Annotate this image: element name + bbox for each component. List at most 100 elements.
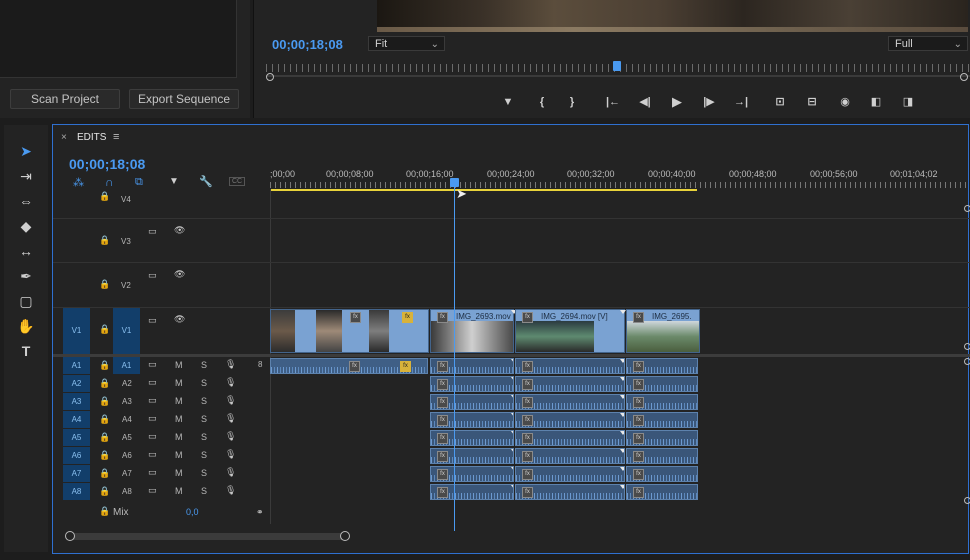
zoom-handle-right[interactable] [960,73,968,81]
audio-clip[interactable]: fx [430,448,514,464]
wrench-icon[interactable]: 🔧 [199,175,213,188]
audio-clip[interactable]: fx fx [270,358,428,374]
mute-button[interactable]: M [175,378,183,388]
audio-clip[interactable]: fx [626,430,698,446]
solo-button[interactable]: S [201,450,207,460]
time-ruler[interactable]: ;00;00 00;00;08;00 00;00;16;00 00;00;24;… [270,165,970,191]
lift-icon[interactable]: ⊡ [771,94,789,110]
audio-clip[interactable]: fx [515,430,625,446]
source-patch-a1[interactable]: A1 [63,357,90,374]
track-target-v1[interactable]: V1 [113,308,140,354]
audio-track-a7[interactable]: A7 🔒 A7 ▭ M S 🎙 [53,465,270,483]
audio-track-a5[interactable]: A5 🔒 A5 ▭ M S 🎙 [53,429,270,447]
lock-icon[interactable]: 🔒 [99,279,110,290]
source-patch-v1[interactable]: V1 [63,308,90,354]
sync-lock-icon[interactable]: ▭ [148,467,157,478]
camera-icon[interactable]: ▭ [148,226,157,237]
lock-icon[interactable]: 🔒 [99,486,110,497]
track-target-a1[interactable]: A1 [113,357,140,374]
source-patch-a6[interactable]: A6 [63,447,90,464]
audio-track-a4[interactable]: A4 🔒 A4 ▭ M S 🎙 [53,411,270,429]
sync-lock-icon[interactable]: ▭ [148,377,157,388]
audio-clip[interactable]: fx [430,376,514,392]
video-track-v4[interactable]: 🔒 V4 [53,191,970,219]
audio-clip[interactable]: fx [430,358,514,374]
program-zoom-bar[interactable] [266,75,970,77]
panel-menu-icon[interactable]: ≡ [113,131,119,143]
mute-button[interactable]: M [175,396,183,406]
go-to-out-icon[interactable]: →| [732,94,750,110]
video-track-v2[interactable]: ▭ 👁 🔒 V2 [53,263,970,308]
audio-clip[interactable]: fx [515,394,625,410]
playback-resolution-select[interactable]: Full ⌄ [888,36,968,51]
lock-icon[interactable]: 🔒 [99,235,110,246]
export-frame-icon[interactable]: ◉ [836,94,854,110]
solo-button[interactable]: S [201,468,207,478]
scan-project-button[interactable]: Scan Project [10,89,120,109]
microphone-icon[interactable]: 🎙 [225,413,236,424]
zoom-handle-left[interactable] [266,73,274,81]
lock-icon[interactable]: 🔒 [99,324,110,335]
audio-track-a3[interactable]: A3 🔒 A3 ▭ M S 🎙 [53,393,270,411]
sync-lock-icon[interactable]: ▭ [148,359,157,370]
audio-clip[interactable]: fx [626,376,698,392]
lock-icon[interactable]: 🔒 [99,450,110,461]
video-scroll-handle-bottom[interactable] [964,343,970,350]
link-icon[interactable]: ⚭ [256,507,264,518]
program-timecode[interactable]: 00;00;18;08 [272,37,343,52]
add-marker-icon[interactable]: ▼ [499,94,517,110]
microphone-icon[interactable]: 🎙 [225,485,236,496]
source-patch-a3[interactable]: A3 [63,393,90,410]
audio-clip[interactable]: fx [430,412,514,428]
audio-clip[interactable]: fx [430,394,514,410]
horizontal-scrollbar[interactable] [67,533,347,540]
audio-scroll-handle-bottom[interactable] [964,497,970,504]
playhead-line[interactable] [454,181,455,531]
project-bin-list[interactable] [0,0,237,78]
video-clip[interactable]: fx fx [270,309,429,353]
pen-tool-icon[interactable]: ✒ [14,266,38,286]
extract-icon[interactable]: ⊟ [803,94,821,110]
microphone-icon[interactable]: 🎙 [225,449,236,460]
insert-icon[interactable]: ◧ [867,94,885,110]
solo-button[interactable]: S [201,378,207,388]
audio-clip[interactable]: fx [515,376,625,392]
microphone-icon[interactable]: 🎙 [225,431,236,442]
video-clip-img-2695[interactable]: fx IMG_2695. [626,309,700,353]
rectangle-tool-icon[interactable]: ▢ [14,291,38,311]
source-patch-a5[interactable]: A5 [63,429,90,446]
sync-lock-icon[interactable]: ▭ [148,485,157,496]
audio-clip[interactable]: fx [515,448,625,464]
eye-icon[interactable]: 👁 [174,269,185,280]
mute-button[interactable]: M [175,486,183,496]
sync-lock-icon[interactable]: ▭ [148,413,157,424]
mute-button[interactable]: M [175,360,183,370]
camera-icon[interactable]: ▭ [148,270,157,281]
sync-lock-icon[interactable]: ▭ [148,431,157,442]
close-tab-icon[interactable]: × [61,132,67,143]
snap-icon[interactable]: ∩ [105,175,114,189]
lock-icon[interactable]: 🔒 [99,191,110,202]
nest-icon[interactable]: ⁂ [73,176,84,189]
audio-clip[interactable]: fx [430,484,514,500]
lock-icon[interactable]: 🔒 [99,414,110,425]
program-playhead[interactable] [613,61,621,71]
microphone-icon[interactable]: 🎙 [225,377,236,388]
timeline-timecode[interactable]: 00;00;18;08 [69,156,145,172]
audio-track-a6[interactable]: A6 🔒 A6 ▭ M S 🎙 [53,447,270,465]
audio-clip[interactable]: fx [515,358,625,374]
go-to-in-icon[interactable]: |← [604,94,622,110]
overwrite-icon[interactable]: ◨ [899,94,917,110]
source-patch-a2[interactable]: A2 [63,375,90,392]
mix-volume-value[interactable]: 0,0 [186,507,199,517]
audio-clip[interactable]: fx [515,484,625,500]
solo-button[interactable]: S [201,360,207,370]
slip-tool-icon[interactable]: ↔ [14,241,38,261]
ripple-edit-tool-icon[interactable]: ⇔ [14,191,38,211]
audio-scroll-handle-top[interactable] [964,358,970,365]
step-forward-icon[interactable]: |▶ [700,94,718,110]
export-sequence-button[interactable]: Export Sequence [129,89,239,109]
lock-icon[interactable]: 🔒 [99,396,110,407]
solo-button[interactable]: S [201,396,207,406]
audio-clip[interactable]: fx [515,466,625,482]
